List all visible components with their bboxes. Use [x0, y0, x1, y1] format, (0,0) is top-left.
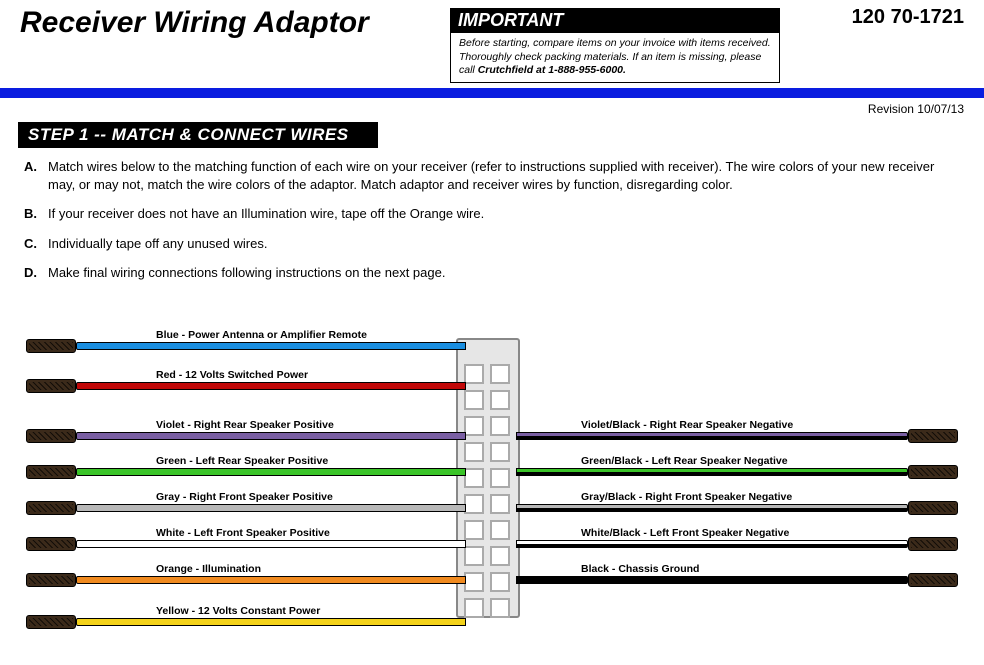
- wire-terminal: [26, 615, 76, 629]
- wire-label: Violet - Right Rear Speaker Positive: [156, 419, 334, 431]
- wire-line: [516, 432, 908, 440]
- wire-left: Yellow - 12 Volts Constant Power: [26, 618, 958, 652]
- instruction-letter: B.: [24, 205, 48, 223]
- wire-line: [516, 540, 908, 548]
- wire-line: [516, 504, 908, 512]
- wire-label: White/Black - Left Front Speaker Negativ…: [581, 527, 789, 539]
- important-body: Before starting, compare items on your i…: [451, 33, 779, 82]
- instruction-text: If your receiver does not have an Illumi…: [48, 205, 484, 223]
- wire-label: Gray/Black - Right Front Speaker Negativ…: [581, 491, 792, 503]
- wire-line: [76, 342, 466, 350]
- instruction-letter: C.: [24, 235, 48, 253]
- important-header: IMPORTANT: [450, 8, 780, 33]
- instruction-item: B.If your receiver does not have an Illu…: [24, 205, 960, 223]
- wire-label: Red - 12 Volts Switched Power: [156, 369, 308, 381]
- wire-right: White/Black - Left Front Speaker Negativ…: [26, 540, 958, 574]
- instructions-list: A.Match wires below to the matching func…: [0, 148, 984, 282]
- wire-terminal: [908, 573, 958, 587]
- divider-bar: [0, 88, 984, 98]
- wiring-diagram: Blue - Power Antenna or Amplifier Remote…: [26, 320, 958, 650]
- wire-label: Black - Chassis Ground: [581, 563, 699, 575]
- wire-left: Red - 12 Volts Switched Power: [26, 382, 958, 416]
- wire-label: Violet/Black - Right Rear Speaker Negati…: [581, 419, 793, 431]
- instruction-text: Match wires below to the matching functi…: [48, 158, 960, 193]
- wire-terminal: [26, 379, 76, 393]
- important-box: IMPORTANT Before starting, compare items…: [450, 8, 780, 83]
- wire-terminal: [908, 465, 958, 479]
- wire-right: Gray/Black - Right Front Speaker Negativ…: [26, 504, 958, 538]
- wire-label: Green/Black - Left Rear Speaker Negative: [581, 455, 788, 467]
- wire-terminal: [908, 501, 958, 515]
- wire-terminal: [26, 339, 76, 353]
- wire-right: Black - Chassis Ground: [26, 576, 958, 610]
- instruction-text: Individually tape off any unused wires.: [48, 235, 267, 253]
- instruction-letter: D.: [24, 264, 48, 282]
- instruction-item: A.Match wires below to the matching func…: [24, 158, 960, 193]
- instruction-letter: A.: [24, 158, 48, 193]
- wire-right: Green/Black - Left Rear Speaker Negative: [26, 468, 958, 502]
- wire-line: [516, 468, 908, 476]
- wire-line: [76, 382, 466, 390]
- wire-terminal: [908, 537, 958, 551]
- wire-line: [76, 618, 466, 626]
- revision-date: Revision 10/07/13: [0, 98, 984, 116]
- wire-line: [516, 576, 908, 584]
- wire-label: Blue - Power Antenna or Amplifier Remote: [156, 329, 367, 341]
- instruction-item: D.Make final wiring connections followin…: [24, 264, 960, 282]
- important-phone: Crutchfield at 1-888-955-6000.: [478, 64, 626, 76]
- instruction-item: C.Individually tape off any unused wires…: [24, 235, 960, 253]
- part-number: 120 70-1721: [852, 6, 964, 29]
- step-header: STEP 1 -- MATCH & CONNECT WIRES: [18, 122, 378, 148]
- wire-right: Violet/Black - Right Rear Speaker Negati…: [26, 432, 958, 466]
- wire-terminal: [908, 429, 958, 443]
- instruction-text: Make final wiring connections following …: [48, 264, 445, 282]
